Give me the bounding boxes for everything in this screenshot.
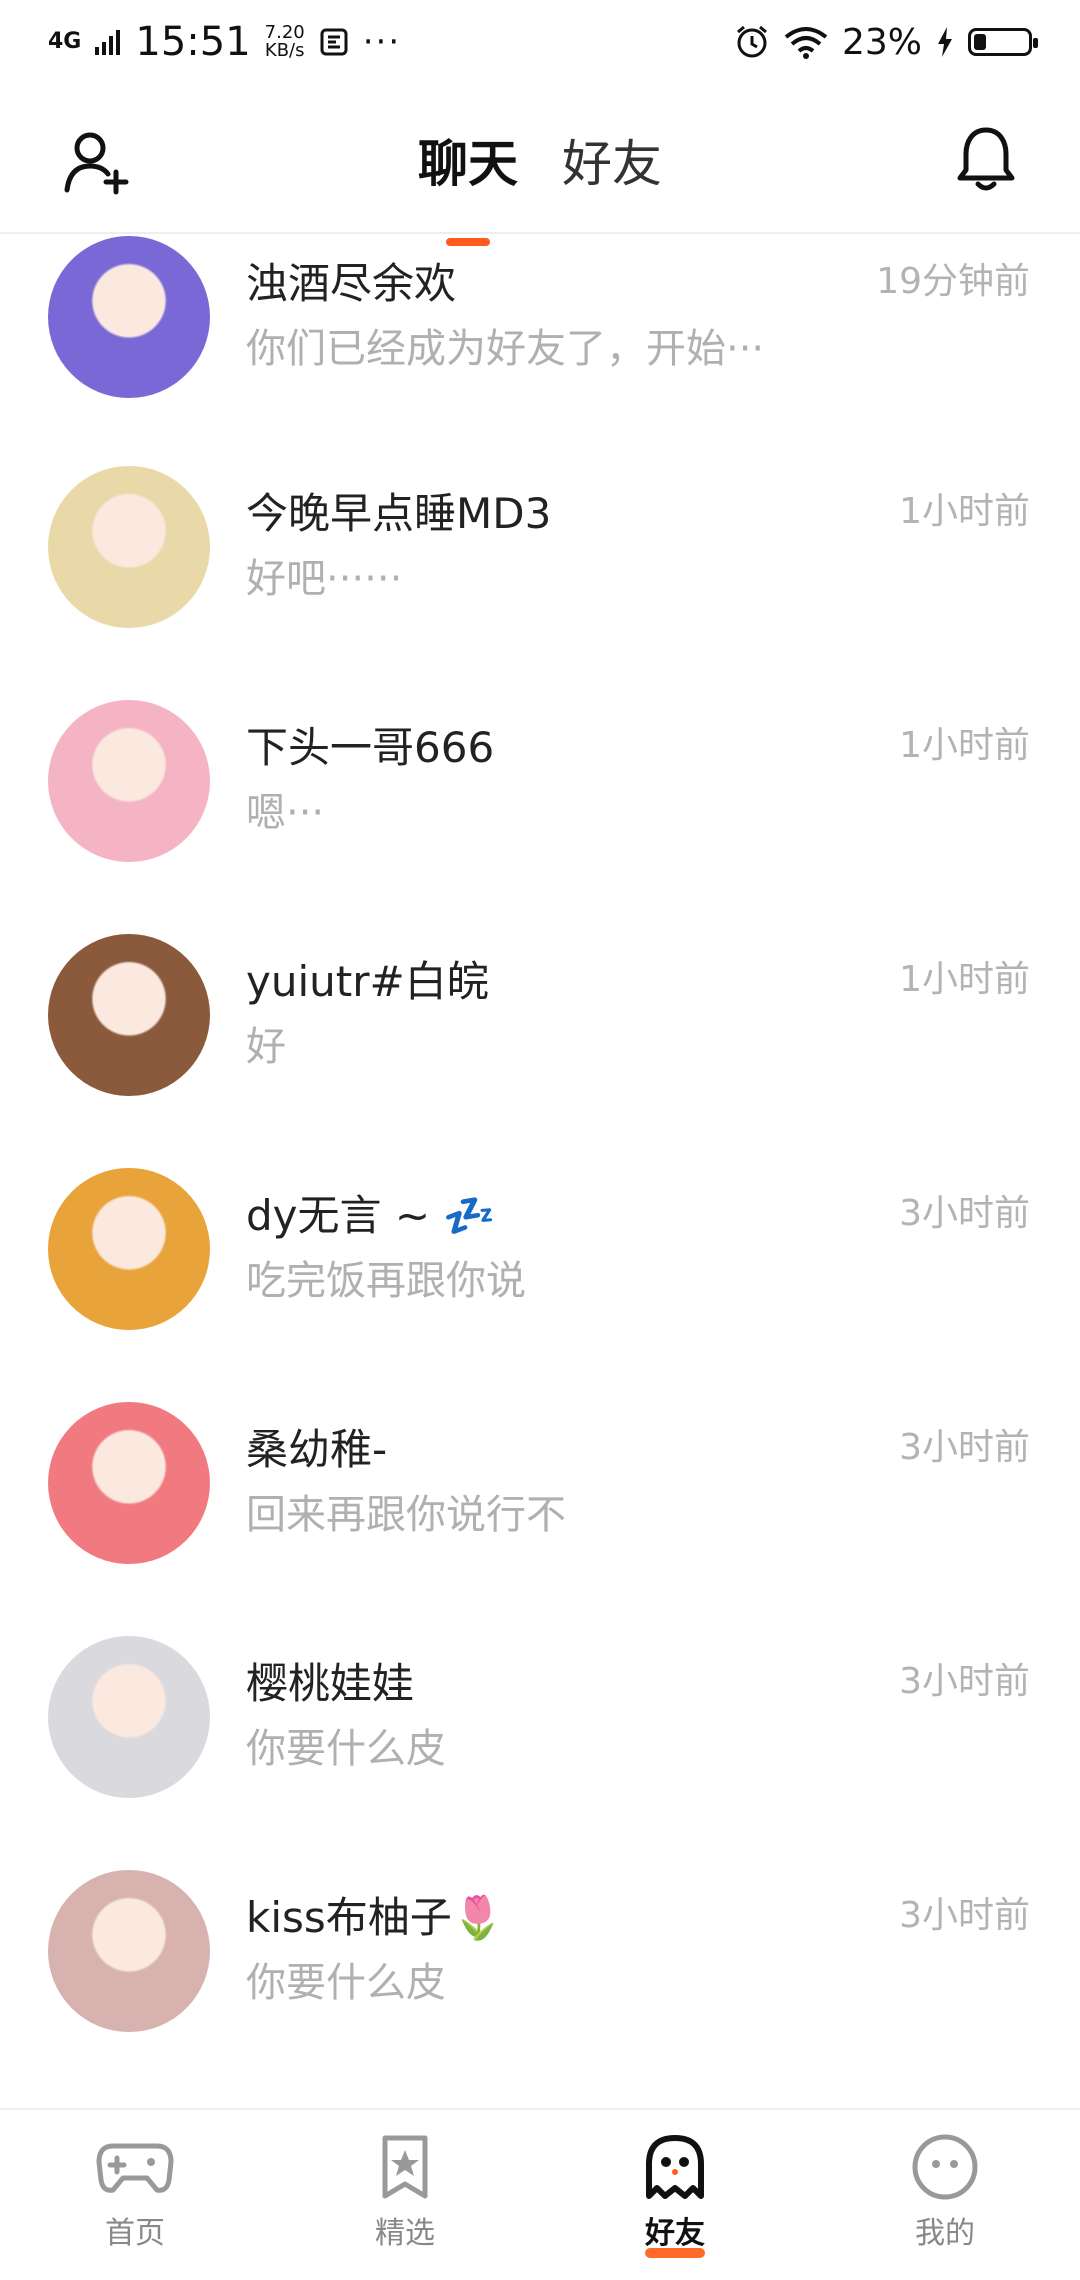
contact-name: 今晚早点睡MD3 [246,489,552,538]
message-preview: 你要什么皮 [246,1960,446,2006]
contact-name: yuiutr#白皖 [246,957,489,1006]
status-left: 4G 15:51 7.20 KB/s ··· [48,19,401,65]
conversation-row[interactable]: 今晚早点睡MD3 1小时前 好吧······ [0,460,1080,694]
conversation-row[interactable]: 桑幼稚- 3小时前 回来再跟你说行不 [0,1396,1080,1630]
contact-name: 桑幼稚- [246,1425,388,1474]
alarm-icon [737,25,767,58]
nav-home[interactable]: 首页 [0,2110,270,2280]
avatar[interactable] [48,1636,210,1798]
avatar[interactable] [48,1870,210,2032]
message-time: 19分钟前 [876,261,1030,302]
avatar[interactable] [48,700,210,862]
status-right: 23% [734,21,1038,63]
contact-name: 樱桃娃娃 [246,1659,415,1708]
tab-friends-label: 好友 [562,135,662,193]
message-time: 3小时前 [899,1427,1030,1468]
conversation-row[interactable]: 浊酒尽余欢 19分钟前 你们已经成为好友了，开始··· [0,230,1080,460]
clock: 15:51 [135,19,251,65]
net-speed: 7.20 KB/s [265,24,305,60]
message-time: 1小时前 [899,959,1030,1000]
message-time: 1小时前 [899,491,1030,532]
message-preview: 回来再跟你说行不 [246,1492,566,1538]
nav-friends-label: 好友 [645,2216,705,2251]
top-tabs: 聊天 好友 [0,124,1080,246]
face-icon [912,2134,978,2200]
avatar[interactable] [48,934,210,1096]
contact-name: 浊酒尽余欢 [246,259,457,308]
message-preview: 嗯··· [246,790,325,836]
more-notifications: ··· [362,22,402,62]
nav-featured-label: 精选 [375,2216,435,2251]
nav-home-label: 首页 [105,2216,165,2251]
notification-app-icon [320,28,348,56]
tab-chat-label: 聊天 [418,135,518,193]
nav-featured[interactable]: 精选 [270,2110,540,2280]
message-preview: 好 [246,1024,286,1070]
contact-name: 下头一哥666 [246,723,495,772]
message-time: 3小时前 [899,1895,1030,1936]
network-indicator: 4G [48,29,82,54]
message-preview: 好吧······ [246,556,403,602]
battery-level-fill [974,34,986,50]
conversation-row[interactable]: dy无言 ~ 💤 3小时前 吃完饭再跟你说 [0,1162,1080,1396]
star-bookmark-icon [382,2135,428,2199]
tab-chat[interactable]: 聊天 [418,124,518,246]
nav-me-label: 我的 [915,2216,975,2251]
conversation-row[interactable]: kiss布柚子🌷 3小时前 你要什么皮 [0,1864,1080,2098]
net-speed-unit: KB/s [264,40,305,61]
message-time: 3小时前 [899,1661,1030,1702]
avatar[interactable] [48,1168,210,1330]
avatar[interactable] [48,236,210,398]
conversation-list: 浊酒尽余欢 19分钟前 你们已经成为好友了，开始··· 今晚早点睡MD3 1小时… [0,234,1080,2098]
active-nav-indicator [645,2248,705,2258]
avatar[interactable] [48,1402,210,1564]
conversation-row[interactable]: yuiutr#白皖 1小时前 好 [0,928,1080,1162]
signal-icon [95,30,121,55]
message-preview: 你们已经成为好友了，开始··· [246,326,765,372]
charging-icon [938,27,952,57]
battery-percent: 23% [841,21,922,63]
message-preview: 你要什么皮 [246,1726,446,1772]
tab-friends[interactable]: 好友 [562,124,662,196]
battery-icon [968,28,1038,56]
message-time: 3小时前 [899,1193,1030,1234]
wifi-icon [784,27,828,59]
nav-friends[interactable]: 好友 [540,2110,810,2280]
avatar[interactable] [48,466,210,628]
contact-name: kiss布柚子🌷 [246,1893,505,1942]
contact-name: dy无言 ~ 💤 [246,1191,496,1240]
message-preview: 吃完饭再跟你说 [246,1258,526,1304]
message-time: 1小时前 [899,725,1030,766]
gamepad-icon [96,2143,174,2193]
top-header: 聊天 好友 [0,84,1080,246]
bell-icon[interactable] [954,124,1018,194]
status-bar: 4G 15:51 7.20 KB/s ··· 23% [0,0,1080,84]
conversation-row[interactable]: 樱桃娃娃 3小时前 你要什么皮 [0,1630,1080,1864]
bottom-nav: 首页 精选 好友 我的 [0,2108,1080,2280]
conversation-row[interactable]: 下头一哥666 1小时前 嗯··· [0,694,1080,928]
ghost-icon [646,2135,704,2199]
nav-me[interactable]: 我的 [810,2110,1080,2280]
